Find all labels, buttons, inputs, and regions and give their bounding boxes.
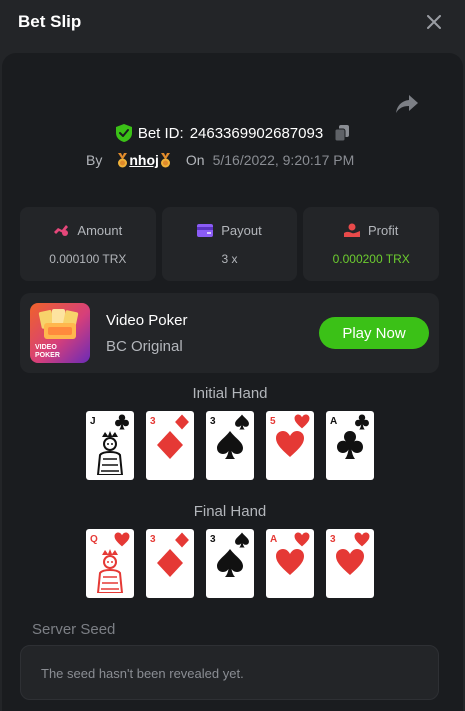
game-name: Video Poker — [106, 312, 188, 329]
playing-card: 5 — [266, 411, 314, 480]
initial-hand-cards: J 3 3 5 A — [86, 411, 374, 480]
final-hand-title: Final Hand — [193, 503, 267, 520]
stat-amount-value: 0.000100 TRX — [49, 251, 127, 266]
close-icon — [427, 15, 441, 29]
video-poker-logo: VIDEO POKER — [35, 309, 79, 359]
card-rank: A — [330, 416, 338, 427]
heart-icon — [114, 532, 130, 547]
game-subtitle: BC Original — [106, 338, 183, 355]
stat-amount-label: Amount — [77, 222, 123, 238]
medal-icon — [118, 152, 128, 167]
stat-profit-label: Profit — [368, 222, 399, 238]
amount-icon — [54, 225, 69, 236]
stat-profit-value: 0.000200 TRX — [332, 251, 410, 266]
playing-card: 3 — [206, 411, 254, 480]
playing-card: 3 — [146, 411, 194, 480]
face-card-art — [96, 549, 124, 593]
spade-icon — [235, 532, 249, 548]
heart-icon — [354, 532, 370, 547]
payout-icon — [197, 223, 214, 237]
card-rank: A — [270, 534, 278, 545]
verified-shield-icon — [115, 124, 132, 142]
share-icon[interactable] — [395, 93, 419, 115]
card-rank: J — [90, 416, 96, 427]
club-icon — [355, 414, 369, 430]
server-seed-text: The seed hasn't been revealed yet. — [41, 666, 244, 681]
card-rank: 3 — [210, 534, 216, 545]
playing-card: 3 — [326, 529, 374, 598]
server-seed-box: The seed hasn't been revealed yet. — [20, 645, 439, 700]
card-rank: Q — [90, 534, 98, 545]
club-icon — [337, 431, 363, 459]
heart-icon — [276, 431, 304, 457]
face-card-art — [96, 431, 124, 475]
stat-payout: Payout 3 x — [161, 207, 298, 281]
bet-id-value: 2463369902687093 — [189, 124, 324, 142]
thumb-text-2: POKER — [35, 352, 60, 359]
server-seed-label: Server Seed — [32, 621, 116, 638]
profit-icon — [344, 223, 360, 237]
copy-icon[interactable] — [335, 125, 350, 141]
card-rank: 5 — [270, 416, 276, 427]
stat-payout-value: 3 x — [221, 251, 238, 266]
game-card: VIDEO POKER Video Poker BC Original Play… — [20, 293, 439, 373]
play-now-button[interactable]: Play Now — [319, 317, 429, 349]
diamond-icon — [175, 414, 189, 430]
playing-card: A — [266, 529, 314, 598]
final-hand-cards: Q 3 3 A 3 — [86, 529, 374, 598]
card-rank: 3 — [150, 534, 156, 545]
club-icon — [115, 414, 129, 430]
username: nhoj — [129, 152, 159, 168]
stat-profit: Profit 0.000200 TRX — [303, 207, 440, 281]
thumb-text-1: VIDEO — [35, 344, 57, 351]
header: Bet Slip — [0, 0, 465, 46]
diamond-icon — [157, 549, 183, 577]
playing-card: A — [326, 411, 374, 480]
bet-id-label: Bet ID: — [137, 124, 184, 142]
diamond-icon — [157, 431, 183, 459]
heart-icon — [294, 532, 310, 547]
heart-icon — [276, 549, 304, 575]
bet-datetime: 5/16/2022, 9:20:17 PM — [212, 152, 355, 168]
bet-id-row: Bet ID: 2463369902687093 — [0, 124, 465, 142]
card-rank: 3 — [330, 534, 336, 545]
bet-stats: Amount 0.000100 TRX Payout 3 x Profit 0.… — [20, 207, 440, 281]
diamond-icon — [175, 532, 189, 548]
playing-card: 3 — [206, 529, 254, 598]
bet-meta-row: By nhoj On 5/16/2022, 9:20:17 PM — [86, 152, 354, 168]
close-button[interactable] — [420, 8, 448, 36]
page-title: Bet Slip — [18, 12, 82, 31]
on-label: On — [185, 152, 205, 168]
game-thumbnail[interactable]: VIDEO POKER — [30, 303, 90, 363]
medal-icon — [160, 152, 170, 167]
playing-card: Q — [86, 529, 134, 598]
playing-card: J — [86, 411, 134, 480]
spade-icon — [217, 431, 243, 459]
spade-icon — [235, 414, 249, 430]
initial-hand-title: Initial Hand — [192, 385, 268, 402]
playing-card: 3 — [146, 529, 194, 598]
heart-icon — [294, 414, 310, 429]
stat-amount: Amount 0.000100 TRX — [20, 207, 156, 281]
username-link[interactable]: nhoj — [116, 152, 172, 168]
stat-payout-label: Payout — [221, 222, 262, 238]
card-rank: 3 — [150, 416, 156, 427]
by-label: By — [86, 152, 103, 168]
spade-icon — [217, 549, 243, 577]
card-rank: 3 — [210, 416, 216, 427]
heart-icon — [336, 549, 364, 575]
